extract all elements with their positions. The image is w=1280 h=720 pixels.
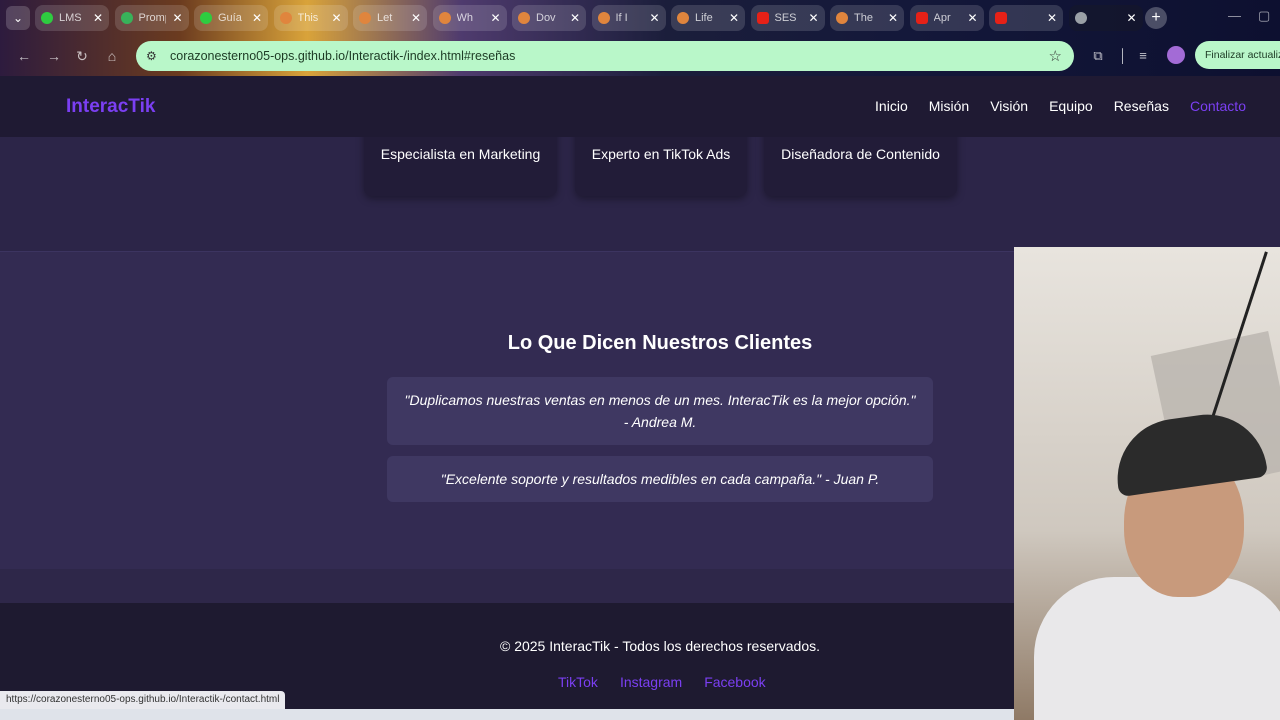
tab-close-icon[interactable]: ✕ [1047,11,1057,25]
nav-equipo[interactable]: Equipo [1049,98,1093,114]
reviews-section: Lo Que Dicen Nuestros Clientes "Duplicam… [0,251,1014,569]
site-header: InteracTik Inicio Misión Visión Equipo R… [0,76,1280,137]
team-role: Experto en TikTok Ads [591,146,731,162]
team-role: Diseñadora de Contenido [781,146,940,162]
forward-icon[interactable]: → [44,46,64,66]
browser-tab[interactable]: ✕ [1068,5,1143,31]
tab-title: Let [377,12,393,24]
tab-title: Guía [218,12,242,24]
tab-favicon-icon [438,12,451,24]
tab-favicon-icon [200,12,212,24]
tab-favicon-icon [41,12,53,24]
browser-tab[interactable]: The ✕ [830,5,904,31]
browser-tab[interactable]: LMS ✕ [35,5,109,31]
webcam-overlay [1014,247,1280,720]
tab-close-icon[interactable]: ✕ [1126,11,1136,25]
browser-chrome: ⌄ LMS ✕ Prompts ✕ Guía ✕ This ✕ Let ✕ Wh ✕ Dov ✕ If I ✕… [0,0,1280,76]
browser-tab[interactable]: Prompts ✕ [114,5,189,31]
social-facebook-link[interactable]: Facebook [704,674,765,690]
tab-favicon-icon [518,12,530,24]
back-icon[interactable]: ← [14,46,34,66]
browser-tab[interactable]: Let ✕ [353,5,427,31]
browser-tab[interactable]: This ✕ [273,5,348,31]
link-status-bar: https://corazonesterno05-ops.github.io/I… [0,691,286,709]
tab-search-button[interactable]: ⌄ [6,6,30,30]
tab-favicon-icon [836,12,848,24]
reading-list-icon[interactable]: ≡ [1134,47,1152,65]
browser-tab[interactable]: Apr ✕ [909,5,984,31]
divider-icon: │ [1118,48,1128,63]
extensions-icon[interactable]: ⧉ [1089,47,1107,65]
tab-close-icon[interactable]: ✕ [490,11,500,25]
browser-tab[interactable]: ✕ [989,5,1063,31]
nav-contacto[interactable]: Contacto [1190,98,1246,114]
tab-title: SES [774,12,797,24]
maximize-icon[interactable]: ▢ [1258,8,1270,24]
tab-favicon-icon [279,12,292,24]
site-logo[interactable]: InteracTik [66,96,155,118]
tab-favicon-icon [915,12,928,24]
browser-tab[interactable]: Dov ✕ [512,5,586,31]
reload-icon[interactable]: ↻ [72,46,92,66]
main-nav: Inicio Misión Visión Equipo Reseñas Cont… [875,98,1246,114]
tab-close-icon[interactable]: ✕ [252,11,262,25]
profile-avatar[interactable] [1167,46,1185,64]
tab-favicon-icon [995,12,1007,24]
review-card: "Duplicamos nuestras ventas en menos de … [387,377,933,445]
tab-title: Dov [536,12,556,24]
home-icon[interactable]: ⌂ [102,46,122,66]
tab-title: The [854,12,873,24]
tab-title: If I [615,12,628,24]
browser-tab[interactable]: If I ✕ [591,5,666,31]
tab-favicon-icon [756,12,769,24]
address-bar[interactable]: ⚙ corazonesterno05-ops.github.io/Interac… [136,41,1074,71]
tab-favicon-icon [1074,12,1087,24]
tab-title: Wh [456,12,474,24]
tab-close-icon[interactable]: ✕ [93,11,103,25]
tab-close-icon[interactable]: ✕ [411,11,421,25]
tab-title: This [297,12,319,24]
tab-close-icon[interactable]: ✕ [888,11,898,25]
browser-tab[interactable]: Wh ✕ [432,5,507,31]
new-tab-button[interactable]: + [1145,7,1167,29]
bookmark-star-icon[interactable]: ☆ [1049,47,1062,65]
tab-title: LMS [59,12,82,24]
tab-close-icon[interactable]: ✕ [570,11,580,25]
tab-favicon-icon [677,12,689,24]
browser-tab[interactable]: Guía ✕ [194,5,268,31]
tab-close-icon[interactable]: ✕ [808,11,818,25]
social-tiktok-link[interactable]: TikTok [558,674,598,690]
tab-close-icon[interactable]: ✕ [967,11,977,25]
tab-title: Prompts [138,12,167,24]
browser-tab[interactable]: Life ✕ [671,5,745,31]
team-role: Especialista en Marketing [380,146,541,162]
tab-close-icon[interactable]: ✕ [331,11,341,25]
address-url[interactable]: corazonesterno05-ops.github.io/Interacti… [170,49,1039,63]
tab-close-icon[interactable]: ✕ [729,11,739,25]
update-button[interactable]: Finalizar actualiz [1195,41,1280,69]
tab-favicon-icon [359,12,371,24]
nav-inicio[interactable]: Inicio [875,98,908,114]
tab-close-icon[interactable]: ✕ [172,11,182,25]
nav-vision[interactable]: Visión [990,98,1028,114]
browser-tab[interactable]: SES ✕ [750,5,825,31]
tab-strip: ⌄ LMS ✕ Prompts ✕ Guía ✕ This ✕ Let ✕ Wh ✕ Dov ✕ If I ✕… [0,0,1280,36]
nav-mision[interactable]: Misión [929,98,969,114]
site-info-icon[interactable]: ⚙ [146,49,160,63]
tab-favicon-icon [120,12,133,24]
tab-title: Apr [933,12,951,24]
section-divider [0,569,1014,603]
social-links: TikTok Instagram Facebook [558,674,766,690]
tab-close-icon[interactable]: ✕ [649,11,659,25]
nav-resenas[interactable]: Reseñas [1114,98,1169,114]
tab-favicon-icon [597,12,610,24]
browser-toolbar: ← → ↻ ⌂ ⚙ corazonesterno05-ops.github.io… [0,36,1280,76]
person-shirt [1034,577,1280,720]
social-instagram-link[interactable]: Instagram [620,674,682,690]
tab-title: Life [695,12,713,24]
minimize-icon[interactable]: — [1228,8,1241,23]
review-card: "Excelente soporte y resultados medibles… [387,456,933,502]
